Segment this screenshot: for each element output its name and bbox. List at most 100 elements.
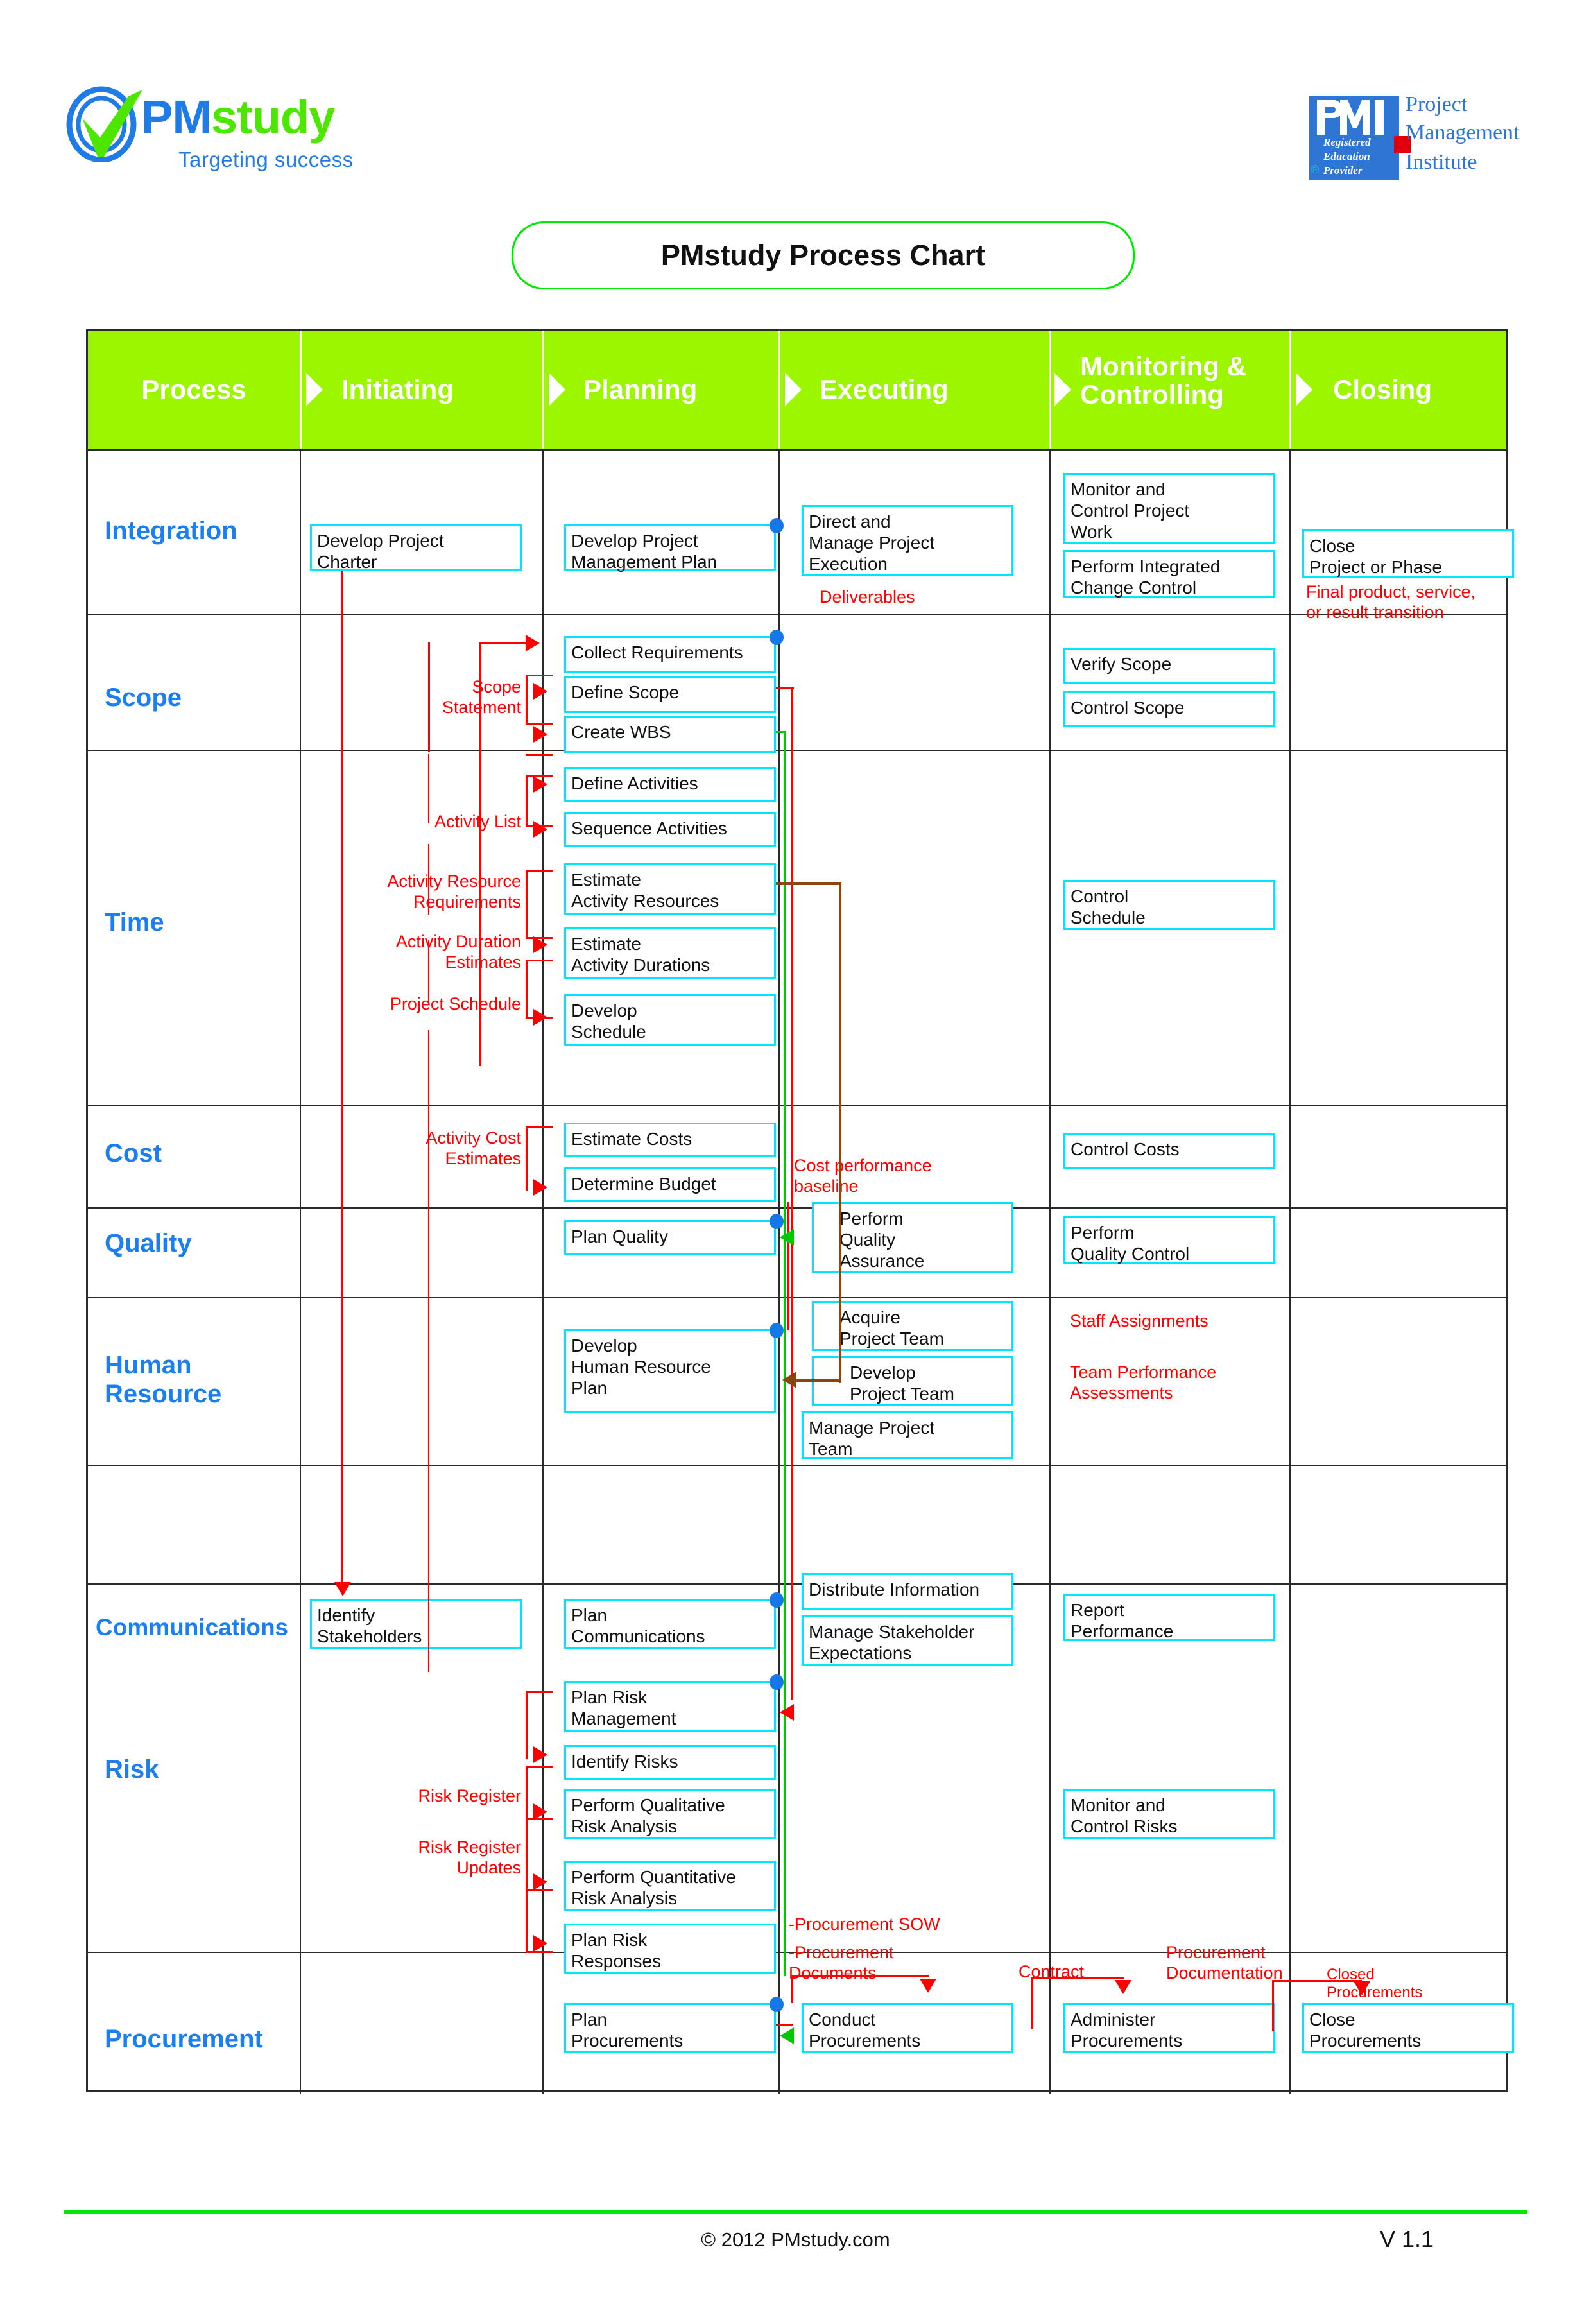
- process-box-perform-quality-control[interactable]: Perform Quality Control: [1063, 1216, 1275, 1264]
- process-box-develop-schedule[interactable]: Develop Schedule: [564, 994, 776, 1046]
- process-box-verify-scope[interactable]: Verify Scope: [1063, 648, 1275, 684]
- annotation-staff-assignments: Staff Assignments: [1070, 1311, 1208, 1330]
- row-label-time: Time: [105, 908, 164, 936]
- process-box-control-costs[interactable]: Control Costs: [1063, 1133, 1275, 1169]
- chevron-right-icon-1: [306, 373, 323, 406]
- page-title-text: PMstudy Process Chart: [660, 239, 986, 271]
- process-box-control-scope[interactable]: Control Scope: [1063, 691, 1275, 727]
- process-box-plan-procurements[interactable]: Plan Procurements: [564, 2003, 776, 2053]
- process-box-close-procurements[interactable]: Close Procurements: [1302, 2003, 1514, 2053]
- annotation-procurement-documentation: Procurement Documentation: [1166, 1943, 1283, 1983]
- row-label-scope: Scope: [105, 684, 182, 712]
- process-box-develop-hr-plan[interactable]: Develop Human Resource Plan: [564, 1329, 776, 1413]
- annotation-final-product: Final product, service, or result transi…: [1306, 582, 1476, 622]
- pmi-logo: Registered Education Provider ® Project …: [1309, 92, 1521, 186]
- column-header-executing: Executing: [820, 374, 949, 405]
- pmstudy-wordmark: PMstudy: [141, 90, 335, 144]
- process-box-estimate-activity-resources[interactable]: Estimate Activity Resources: [564, 863, 776, 915]
- process-box-estimate-costs[interactable]: Estimate Costs: [564, 1123, 776, 1157]
- annotation-activity-resource-requirements: Activity Resource Requirements: [387, 872, 521, 911]
- annotation-procurement-sow: -Procurement SOW: [789, 1915, 940, 1934]
- process-box-plan-communications[interactable]: Plan Communications: [564, 1599, 776, 1649]
- process-box-perform-quality-assurance[interactable]: Perform Quality Assurance: [812, 1202, 1013, 1273]
- process-box-plan-risk-responses[interactable]: Plan Risk Responses: [564, 1924, 776, 1974]
- process-box-develop-pm-plan[interactable]: Develop Project Management Plan: [564, 524, 776, 572]
- annotation-deliverables: Deliverables: [820, 587, 915, 607]
- process-box-perform-quantitative[interactable]: Perform Quantitative Risk Analysis: [564, 1861, 776, 1911]
- process-box-administer-procurements[interactable]: Administer Procurements: [1063, 2003, 1275, 2053]
- chevron-right-icon-5: [1296, 373, 1312, 406]
- process-box-plan-risk-management[interactable]: Plan Risk Management: [564, 1681, 776, 1732]
- pmi-subtitle-registered: Registered: [1323, 136, 1371, 148]
- process-box-plan-quality[interactable]: Plan Quality: [564, 1220, 776, 1255]
- annotation-project-schedule: Project Schedule: [390, 994, 521, 1013]
- annotation-closed-procurements: Closed Procurements: [1327, 1966, 1423, 2002]
- process-box-define-activities[interactable]: Define Activities: [564, 767, 776, 802]
- process-box-report-performance[interactable]: Report Performance: [1063, 1594, 1275, 1641]
- row-label-quality: Quality: [105, 1229, 192, 1257]
- row-label-human-resource: Human Resource: [105, 1351, 222, 1408]
- output-dot-icon-plan-procurements: [770, 1997, 784, 2012]
- footer-divider: [64, 2210, 1527, 2214]
- process-box-distribute-information[interactable]: Distribute Information: [802, 1573, 1013, 1610]
- output-dot-icon-collect-requirements: [770, 630, 784, 645]
- chevron-right-icon-2: [549, 373, 565, 406]
- process-box-develop-project-charter[interactable]: Develop Project Charter: [310, 524, 522, 572]
- process-box-estimate-activity-durations[interactable]: Estimate Activity Durations: [564, 927, 776, 979]
- output-dot-icon-plan-risk-management: [770, 1674, 784, 1690]
- row-label-risk: Risk: [105, 1755, 159, 1784]
- column-header-initiating: Initiating: [341, 374, 454, 405]
- process-box-manage-stakeholder-expectations[interactable]: Manage Stakeholder Expectations: [802, 1615, 1013, 1666]
- annotation-scope-statement: Scope Statement: [442, 677, 521, 717]
- column-header-closing: Closing: [1333, 374, 1432, 405]
- process-box-sequence-activities[interactable]: Sequence Activities: [564, 812, 776, 847]
- process-box-develop-project-team[interactable]: Develop Project Team: [812, 1356, 1013, 1406]
- row-label-communications: Communications: [96, 1614, 289, 1640]
- process-box-determine-budget[interactable]: Determine Budget: [564, 1167, 776, 1202]
- process-box-create-wbs[interactable]: Create WBS: [564, 716, 776, 753]
- process-box-manage-project-team[interactable]: Manage Project Team: [802, 1411, 1013, 1459]
- footer-version: V 1.1: [1380, 2226, 1434, 2252]
- pmi-name-project: Project: [1406, 92, 1468, 116]
- pmi-name-management: Management: [1406, 121, 1520, 144]
- process-box-direct-manage-execution[interactable]: Direct and Manage Project Execution: [802, 505, 1013, 576]
- chevron-right-icon-3: [785, 373, 802, 406]
- annotation-risk-register: Risk Register: [418, 1786, 521, 1805]
- pmstudy-logo: PMstudy Targeting success: [64, 77, 398, 199]
- chevron-right-icon-4: [1054, 373, 1071, 406]
- row-label-integration: Integration: [105, 517, 237, 545]
- annotation-risk-register-updates: Risk Register Updates: [418, 1838, 521, 1877]
- pmi-letters-icon: [1317, 100, 1384, 135]
- annotation-contract: Contract: [1019, 1962, 1085, 1981]
- process-box-define-scope[interactable]: Define Scope: [564, 676, 776, 713]
- process-box-perform-qualitative[interactable]: Perform Qualitative Risk Analysis: [564, 1789, 776, 1839]
- annotation-activity-list: Activity List: [434, 812, 521, 831]
- process-box-acquire-project-team[interactable]: Acquire Project Team: [812, 1301, 1013, 1351]
- table-header-row: Process Initiating Planning Executing Mo…: [88, 331, 1506, 449]
- process-box-monitor-control-work[interactable]: Monitor and Control Project Work: [1063, 473, 1275, 544]
- row-label-cost: Cost: [105, 1139, 162, 1167]
- logo-text-study: study: [211, 90, 335, 144]
- process-chart-table: Process Initiating Planning Executing Mo…: [86, 329, 1514, 2094]
- output-dot-icon-hr-plan: [770, 1323, 784, 1338]
- process-box-identify-risks[interactable]: Identify Risks: [564, 1745, 776, 1780]
- process-box-close-project-phase[interactable]: Close Project or Phase: [1302, 529, 1514, 578]
- output-dot-icon-plan-communications: [770, 1592, 784, 1608]
- process-box-collect-requirements[interactable]: Collect Requirements: [564, 636, 776, 673]
- process-box-monitor-control-risks[interactable]: Monitor and Control Risks: [1063, 1789, 1275, 1839]
- pmstudy-checkmark-icon: [66, 86, 142, 162]
- annotation-activity-cost-estimates: Activity Cost Estimates: [426, 1128, 521, 1168]
- output-dot-icon-pm-plan: [770, 518, 784, 533]
- annotation-procurement-documents: -Procurement Documents: [789, 1943, 894, 1983]
- output-dot-icon-plan-quality: [770, 1214, 784, 1229]
- process-box-conduct-procurements[interactable]: Conduct Procurements: [802, 2003, 1013, 2053]
- annotation-cost-performance-baseline: Cost performance baseline: [794, 1156, 932, 1196]
- process-box-perform-integrated-change[interactable]: Perform Integrated Change Control: [1063, 550, 1275, 598]
- process-box-control-schedule[interactable]: Control Schedule: [1063, 880, 1275, 930]
- logo-text-pm: PM: [141, 90, 212, 144]
- annotation-team-performance-assessments: Team Performance Assessments: [1070, 1363, 1217, 1402]
- annotation-activity-duration-estimates: Activity Duration Estimates: [395, 932, 521, 972]
- footer-copyright: © 2012 PMstudy.com: [701, 2228, 890, 2251]
- page-title: PMstudy Process Chart: [512, 221, 1135, 289]
- process-box-identify-stakeholders[interactable]: Identify Stakeholders: [310, 1599, 522, 1649]
